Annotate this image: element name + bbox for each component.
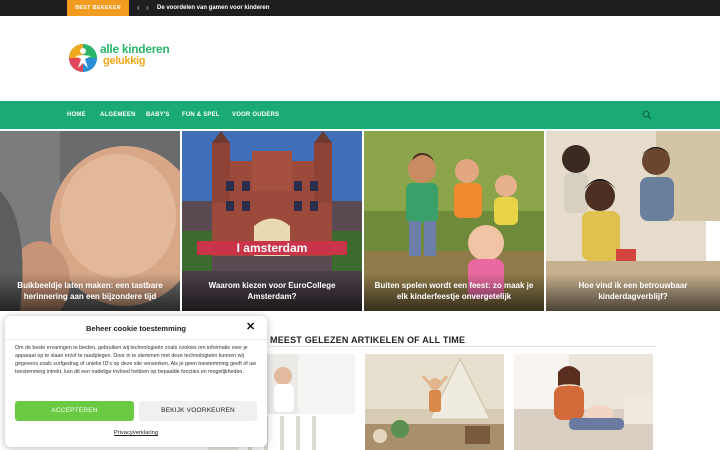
nav-item-voor-ouders[interactable]: VOOR OUDERS: [232, 101, 279, 129]
thumb-image-kid-room: [365, 354, 504, 450]
card-title[interactable]: Buikbeeldje laten maken: een tastbare he…: [8, 280, 172, 302]
chevron-right-icon[interactable]: ›: [146, 0, 149, 16]
nav-item-algemeen[interactable]: ALGEMEEN: [100, 101, 136, 129]
article-thumb-3[interactable]: [514, 354, 653, 450]
chevron-left-icon[interactable]: ‹: [137, 0, 140, 16]
privacy-statement-link[interactable]: Privacyverklaring: [5, 430, 267, 436]
main-nav: HOME ALGEMEEN BABY'S FUN & SPEL VOOR OUD…: [0, 101, 720, 129]
nav-item-home[interactable]: HOME: [67, 101, 86, 129]
page: BEST BEKEKEN ‹ › De voordelen van gamen …: [0, 0, 720, 450]
card-title[interactable]: Buiten spelen wordt een feest: zo maak j…: [372, 280, 536, 302]
logo-text-line1: alle kinderen: [100, 42, 170, 56]
nav-item-babys[interactable]: BABY'S: [146, 101, 170, 129]
cookie-dialog-body: Om de beste ervaringen te bieden, gebrui…: [15, 345, 256, 375]
card-title[interactable]: Waarom kiezen voor EuroCollege Amsterdam…: [190, 280, 354, 302]
section-divider: [270, 346, 656, 347]
thumb-image-mother-baby: [514, 354, 653, 450]
accept-cookies-button[interactable]: ACCEPTEREN: [15, 401, 134, 421]
best-bekeken-badge: BEST BEKEKEN: [67, 0, 129, 16]
featured-card-eurocollege[interactable]: I amsterdam Waarom kiezen voor EuroColle…: [182, 131, 362, 311]
article-thumb-2[interactable]: [365, 354, 504, 450]
section-title: MEEST GELEZEN ARTIKELEN OF ALL TIME: [270, 335, 466, 345]
logo-text-line2: gelukkig: [103, 55, 146, 67]
featured-card-buikbeeldje[interactable]: Buikbeeldje laten maken: een tastbare he…: [0, 131, 180, 311]
close-icon[interactable]: ✕: [246, 321, 255, 333]
site-logo[interactable]: alle kinderen gelukkig: [67, 42, 170, 74]
featured-card-buiten-spelen[interactable]: Buiten spelen wordt een feest: zo maak j…: [364, 131, 544, 311]
cookie-dialog-title: Beheer cookie toestemming: [85, 324, 187, 333]
ticker-headline-link[interactable]: De voordelen van gamen voor kinderen: [157, 0, 269, 16]
featured-card-kinderdagverblijf[interactable]: Hoe vind ik een betrouwbaar kinderdagver…: [546, 131, 720, 311]
iamsterdam-sign-text: I amsterdam: [237, 241, 308, 255]
card-title[interactable]: Hoe vind ik een betrouwbaar kinderdagver…: [554, 280, 712, 302]
search-icon[interactable]: [642, 110, 652, 120]
cookie-consent-dialog: Beheer cookie toestemming ✕ Om de beste …: [5, 316, 267, 447]
logo-emblem-icon: [69, 44, 97, 72]
nav-item-fun-spel[interactable]: FUN & SPEL: [182, 101, 220, 129]
view-preferences-button[interactable]: BEKIJK VOORKEUREN: [139, 401, 257, 421]
top-bar: BEST BEKEKEN ‹ › De voordelen van gamen …: [0, 0, 720, 16]
cookie-dialog-divider: [5, 339, 267, 340]
